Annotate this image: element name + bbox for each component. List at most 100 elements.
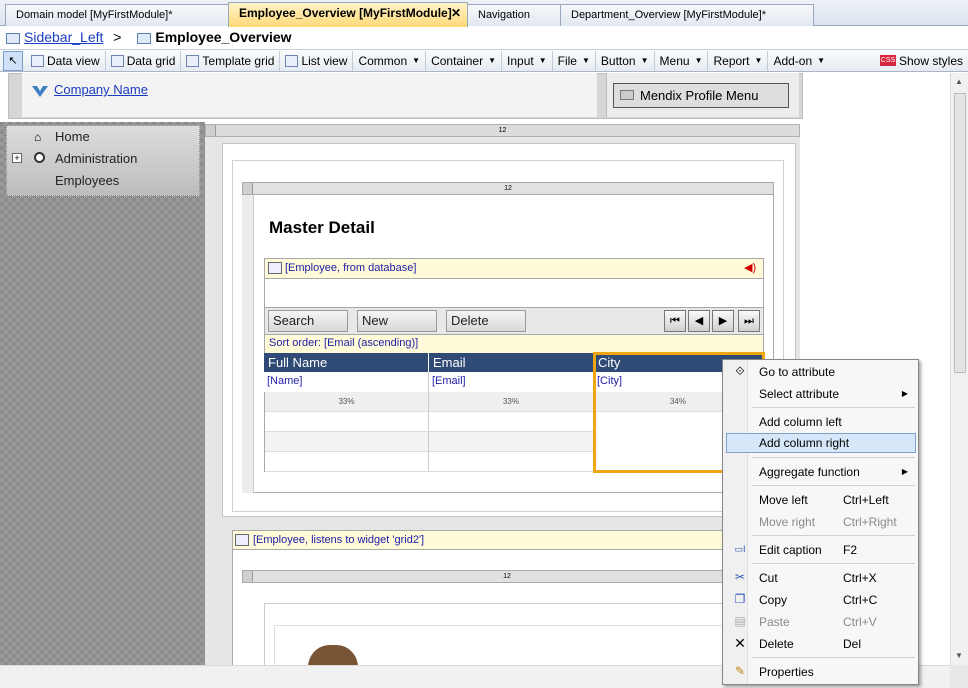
- first-page-icon[interactable]: ⏮: [664, 310, 686, 332]
- sidebar-region: [0, 122, 205, 665]
- breadcrumb-separator: >: [113, 29, 122, 45]
- sidebar-item-administration[interactable]: Administration: [55, 151, 137, 166]
- button-label: Data grid: [126, 53, 176, 68]
- chevron-down-icon: ▼: [817, 56, 826, 65]
- previous-page-icon[interactable]: ◀: [688, 310, 710, 332]
- menu-item-shortcut: Del: [843, 637, 862, 651]
- tab-label: Navigation: [478, 9, 530, 21]
- button-label: List view: [301, 53, 348, 68]
- menu-item-copy[interactable]: ❐ Copy Ctrl+C: [726, 590, 916, 610]
- tab-employee-overview[interactable]: Employee_Overview [MyFirstModule] ✕: [228, 2, 468, 27]
- common-dropdown[interactable]: Common ▼: [353, 50, 427, 71]
- column-header-full-name[interactable]: Full Name: [264, 353, 429, 372]
- show-styles-button[interactable]: CSS Show styles: [875, 51, 968, 71]
- profile-menu-widget[interactable]: Mendix Profile Menu: [613, 83, 789, 108]
- button-label: Common: [358, 53, 408, 68]
- column-width-label: 33%: [265, 392, 429, 412]
- paste-icon: ▤: [734, 614, 746, 628]
- menu-item-delete[interactable]: ✕ Delete Del: [726, 634, 916, 654]
- button-label: File: [557, 53, 577, 68]
- breadcrumb-parent-link[interactable]: Sidebar_Left: [24, 29, 103, 45]
- menu-item-shortcut: Ctrl+Left: [843, 493, 889, 507]
- menu-item-paste[interactable]: ▤ Paste Ctrl+V: [726, 612, 916, 632]
- menu-item-label: Add column left: [759, 415, 842, 429]
- company-name-link[interactable]: Company Name: [54, 82, 148, 97]
- scroll-thumb[interactable]: [954, 93, 966, 373]
- menu-item-move-right[interactable]: Move right Ctrl+Right: [726, 512, 916, 532]
- drag-handle-icon[interactable]: [243, 183, 253, 194]
- button-label: Data view: [47, 53, 100, 68]
- container-dropdown[interactable]: Container ▼: [426, 50, 503, 71]
- copy-icon: ❐: [734, 592, 746, 606]
- menu-separator: [752, 535, 915, 536]
- column-attribute-email[interactable]: [Email]: [429, 372, 594, 392]
- button-dropdown[interactable]: Button ▼: [596, 50, 655, 71]
- last-page-icon[interactable]: ⏭: [738, 310, 760, 332]
- sidebar-item-employees[interactable]: Employees: [55, 173, 119, 188]
- scroll-up-icon[interactable]: ▲: [955, 77, 963, 86]
- vertical-scrollbar[interactable]: ▲ ▼: [950, 73, 968, 665]
- menu-dropdown[interactable]: Menu ▼: [655, 50, 709, 71]
- drag-handle-icon[interactable]: [243, 571, 253, 582]
- close-icon[interactable]: ✕: [451, 3, 461, 23]
- menu-item-select-attribute[interactable]: Select attribute ▶: [726, 384, 916, 404]
- main-column-header[interactable]: 12: [205, 124, 800, 137]
- menu-item-label: Aggregate function: [759, 465, 860, 479]
- list-view-button[interactable]: List view: [280, 50, 354, 71]
- search-button[interactable]: Search: [268, 310, 348, 332]
- delete-button[interactable]: Delete: [446, 310, 526, 332]
- column-attribute-name[interactable]: [Name]: [264, 372, 429, 392]
- menu-item-go-to-attribute[interactable]: ⟐ Go to attribute: [726, 362, 916, 382]
- menu-item-move-left[interactable]: Move left Ctrl+Left: [726, 490, 916, 510]
- menu-item-label: Add column right: [759, 436, 850, 450]
- button-label: Report: [713, 53, 750, 68]
- chevron-down-icon: ▼: [412, 56, 421, 65]
- column-size-label: 12: [503, 573, 511, 580]
- menu-item-add-column-right[interactable]: Add column right: [726, 433, 916, 453]
- input-dropdown[interactable]: Input ▼: [502, 50, 553, 71]
- pointer-tool-button[interactable]: ↖: [3, 50, 23, 71]
- row-column-header[interactable]: 12: [242, 570, 772, 583]
- profile-menu-label: Mendix Profile Menu: [640, 88, 759, 103]
- tab-navigation[interactable]: Navigation: [467, 4, 561, 26]
- template-grid-icon: [186, 54, 200, 67]
- submenu-arrow-icon: ▶: [901, 467, 908, 476]
- menu-item-add-column-left[interactable]: Add column left: [726, 412, 916, 432]
- menu-item-aggregate-function[interactable]: Aggregate function ▶: [726, 462, 916, 482]
- breadcrumb: Sidebar_Left > Employee_Overview: [0, 26, 968, 50]
- menu-item-properties[interactable]: ✎ Properties: [726, 662, 916, 682]
- scroll-down-icon[interactable]: ▼: [955, 651, 963, 660]
- listening-data-view[interactable]: [Employee, listens to widget 'grid2']: [232, 530, 752, 550]
- column-header-email[interactable]: Email: [429, 353, 594, 372]
- menu-separator: [752, 485, 915, 486]
- drag-handle-icon[interactable]: [206, 125, 216, 136]
- report-dropdown[interactable]: Report ▼: [708, 50, 769, 71]
- next-page-icon[interactable]: ▶: [712, 310, 734, 332]
- data-grid-button[interactable]: Data grid: [106, 50, 182, 71]
- template-grid-button[interactable]: Template grid: [181, 50, 281, 71]
- tab-department-overview[interactable]: Department_Overview [MyFirstModule]*: [560, 4, 814, 26]
- file-dropdown[interactable]: File ▼: [553, 50, 596, 71]
- expand-icon[interactable]: +: [12, 153, 22, 163]
- page-heading[interactable]: Master Detail: [269, 218, 375, 238]
- menu-item-label: Edit caption: [759, 543, 822, 557]
- sort-order[interactable]: Sort order: [Email (ascending)]: [264, 335, 764, 353]
- menu-item-cut[interactable]: ✂ Cut Ctrl+X: [726, 568, 916, 588]
- column-gutter: [242, 195, 254, 493]
- tab-domain-model[interactable]: Domain model [MyFirstModule]*: [5, 4, 229, 26]
- new-button[interactable]: New: [357, 310, 437, 332]
- button-label: Menu: [659, 53, 690, 68]
- layout-icon: [6, 32, 20, 44]
- sidebar-item-home[interactable]: Home: [55, 129, 90, 144]
- menu-item-label: Select attribute: [759, 387, 840, 401]
- list-view-icon: [285, 54, 299, 67]
- menu-item-label: Delete: [759, 637, 794, 651]
- data-grid-source[interactable]: [Employee, from database]: [264, 258, 764, 279]
- admin-icon: [34, 152, 45, 163]
- button-label: Input: [507, 53, 534, 68]
- add-on-dropdown[interactable]: Add-on ▼: [768, 51, 830, 71]
- data-view-button[interactable]: Data view: [26, 50, 106, 71]
- row-column-header[interactable]: 12: [242, 182, 774, 195]
- menu-item-edit-caption[interactable]: ▭I Edit caption F2: [726, 540, 916, 560]
- menu-item-label: Copy: [759, 593, 788, 607]
